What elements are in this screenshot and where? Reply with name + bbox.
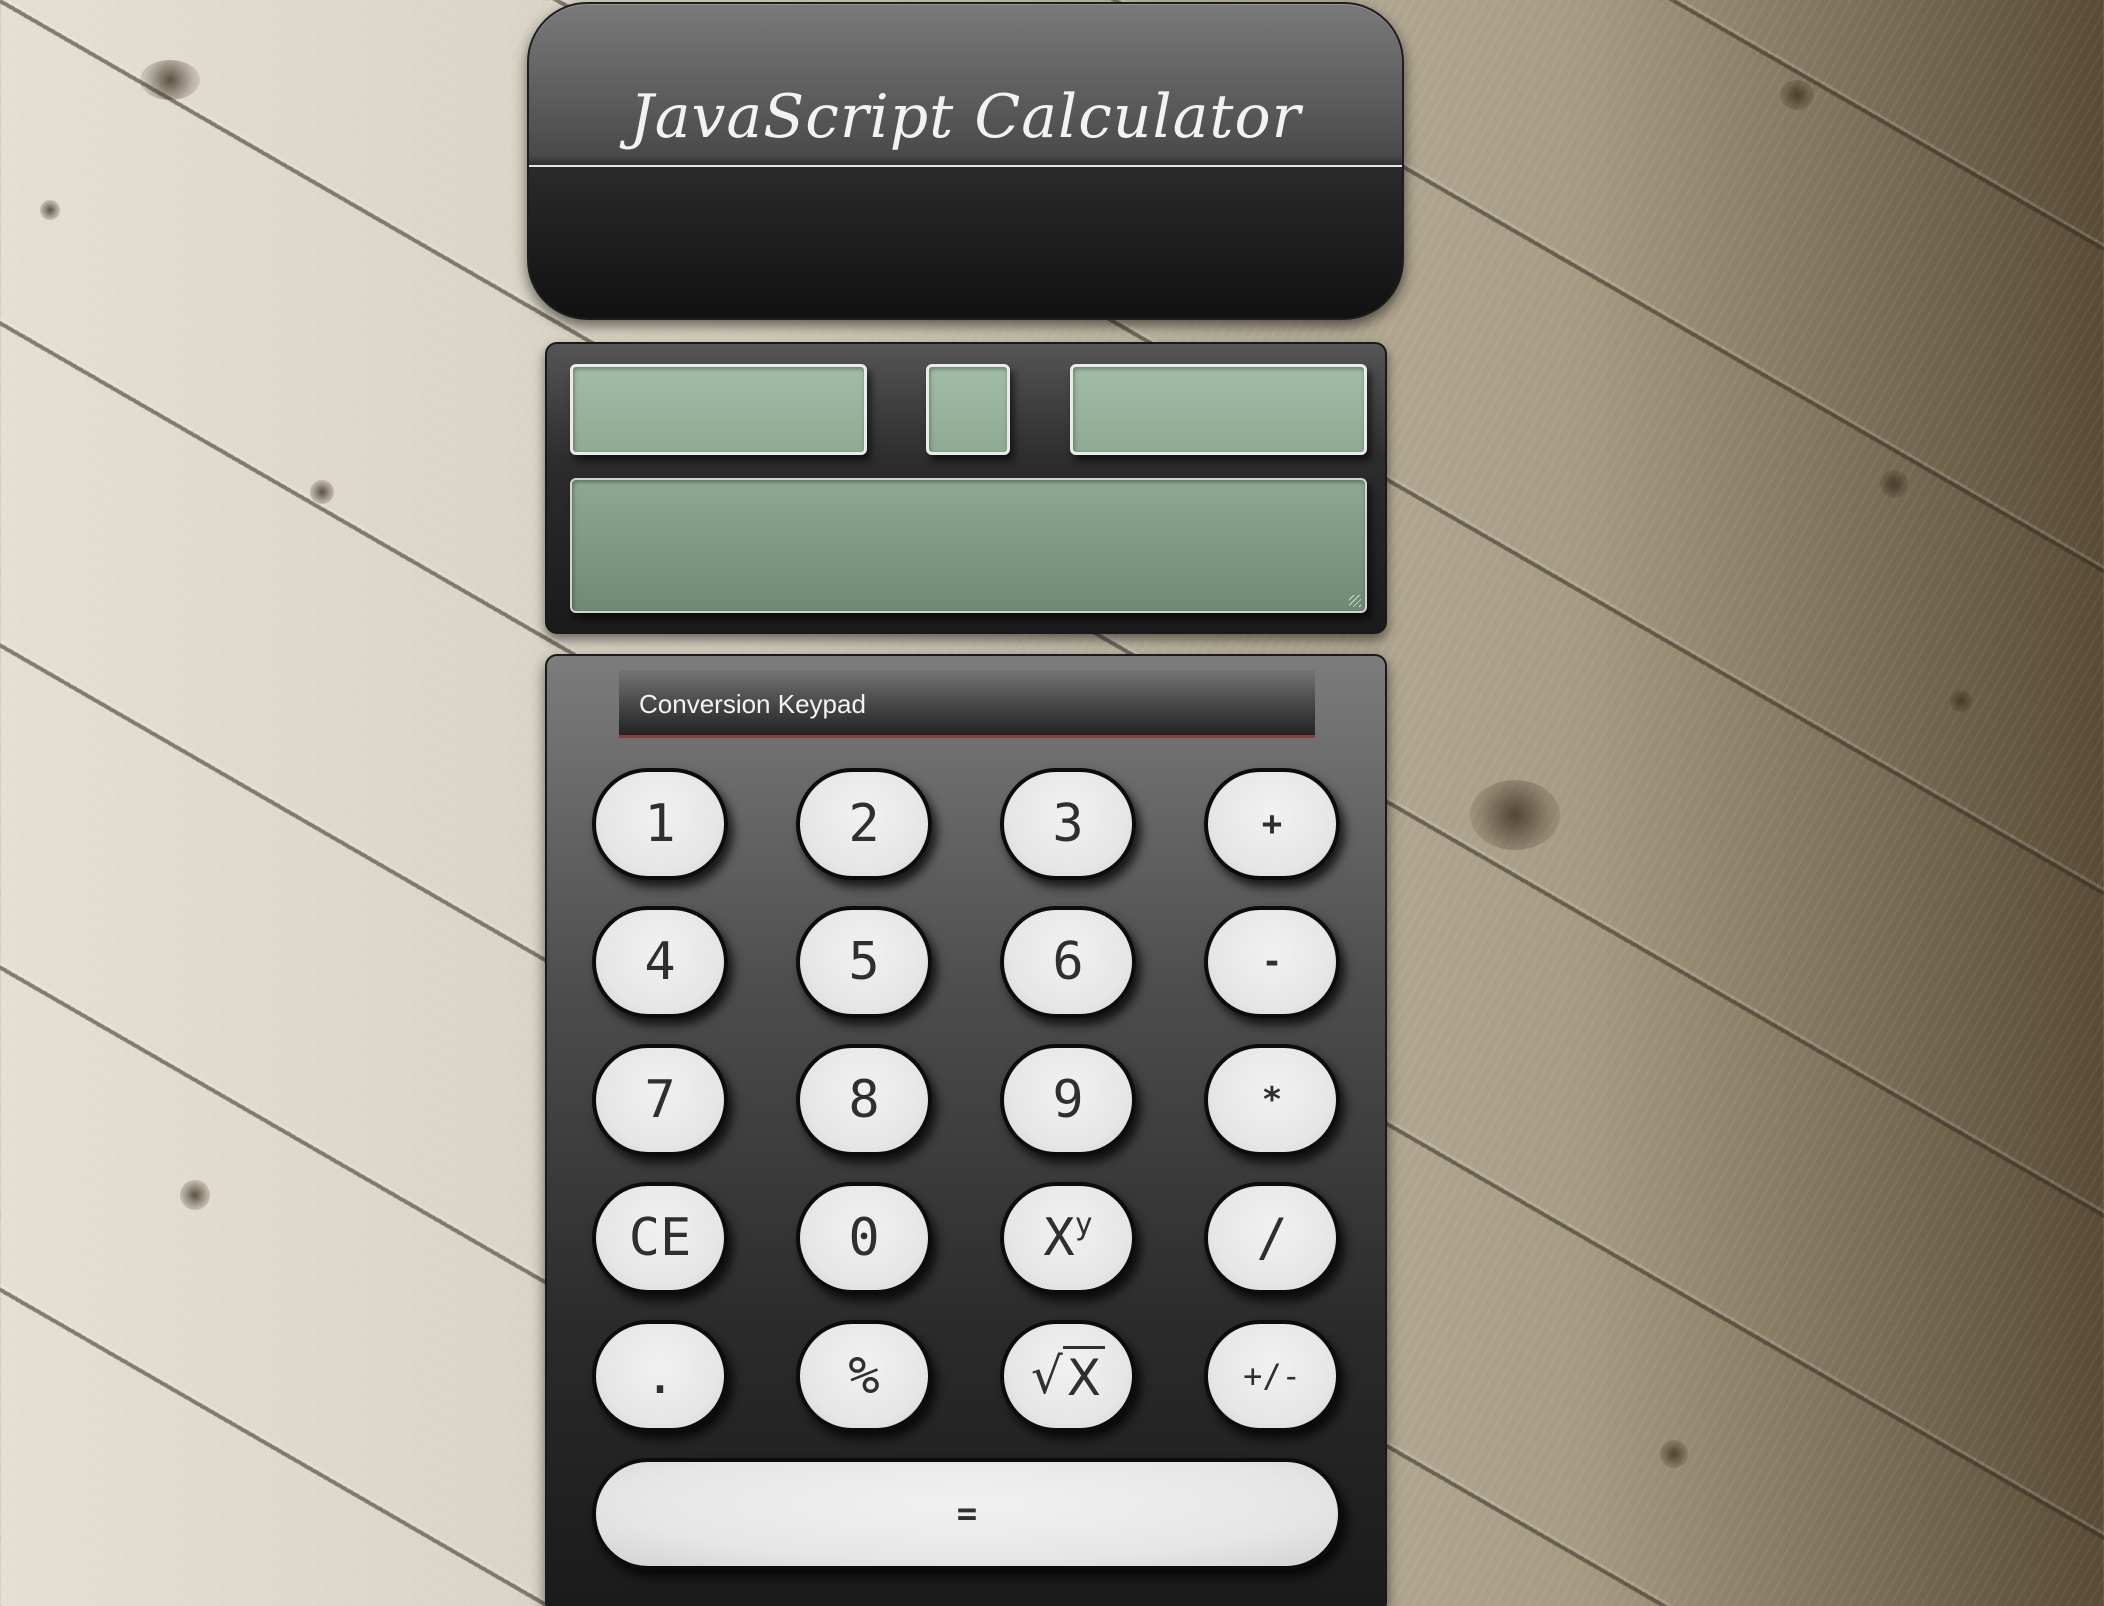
power-exponent-label: y: [1074, 1206, 1093, 1242]
wood-knot: [140, 60, 200, 100]
key-multiply[interactable]: *: [1204, 1044, 1340, 1156]
key-negate[interactable]: +/-: [1204, 1320, 1340, 1432]
page-title: JavaScript Calculator: [629, 82, 1302, 152]
operand-a-display[interactable]: [570, 364, 867, 455]
key-1[interactable]: 1: [592, 768, 728, 880]
key-percent[interactable]: %: [796, 1320, 932, 1432]
power-base-label: X: [1043, 1208, 1075, 1268]
result-textarea[interactable]: [570, 478, 1367, 613]
display-panel: [545, 342, 1387, 634]
wood-knot: [1780, 80, 1814, 110]
sqrt-icon: √: [1030, 1347, 1063, 1405]
wood-knot: [310, 480, 334, 504]
wood-knot: [1470, 780, 1560, 850]
wood-knot: [1880, 470, 1908, 498]
key-plus[interactable]: +: [1204, 768, 1340, 880]
key-clear-entry[interactable]: CE: [592, 1182, 728, 1294]
operator-display[interactable]: [926, 364, 1010, 455]
tab-conversion-keypad[interactable]: Conversion Keypad: [619, 670, 1315, 738]
sqrt-argument-label: X: [1062, 1345, 1106, 1407]
key-decimal[interactable]: .: [592, 1320, 728, 1432]
resize-handle[interactable]: [1349, 595, 1361, 607]
key-7[interactable]: 7: [592, 1044, 728, 1156]
wood-knot: [40, 200, 60, 220]
header-divider: [529, 165, 1402, 167]
key-divide[interactable]: /: [1204, 1182, 1340, 1294]
key-2[interactable]: 2: [796, 768, 932, 880]
calculator-header: JavaScript Calculator: [527, 2, 1404, 320]
key-4[interactable]: 4: [592, 906, 728, 1018]
key-power[interactable]: Xy: [1000, 1182, 1136, 1294]
wood-knot: [1950, 690, 1972, 712]
key-square-root[interactable]: √ X: [1000, 1320, 1136, 1432]
key-6[interactable]: 6: [1000, 906, 1136, 1018]
operand-b-display[interactable]: [1070, 364, 1367, 455]
key-0[interactable]: 0: [796, 1182, 932, 1294]
keypad-panel: Conversion Keypad 1 2 3 + 4 5 6 - 7 8 9 …: [545, 654, 1387, 1606]
wood-knot: [180, 1180, 210, 1210]
key-minus[interactable]: -: [1204, 906, 1340, 1018]
key-equals[interactable]: =: [592, 1458, 1342, 1570]
wood-knot: [1660, 1440, 1688, 1468]
key-9[interactable]: 9: [1000, 1044, 1136, 1156]
key-8[interactable]: 8: [796, 1044, 932, 1156]
key-5[interactable]: 5: [796, 906, 932, 1018]
key-3[interactable]: 3: [1000, 768, 1136, 880]
